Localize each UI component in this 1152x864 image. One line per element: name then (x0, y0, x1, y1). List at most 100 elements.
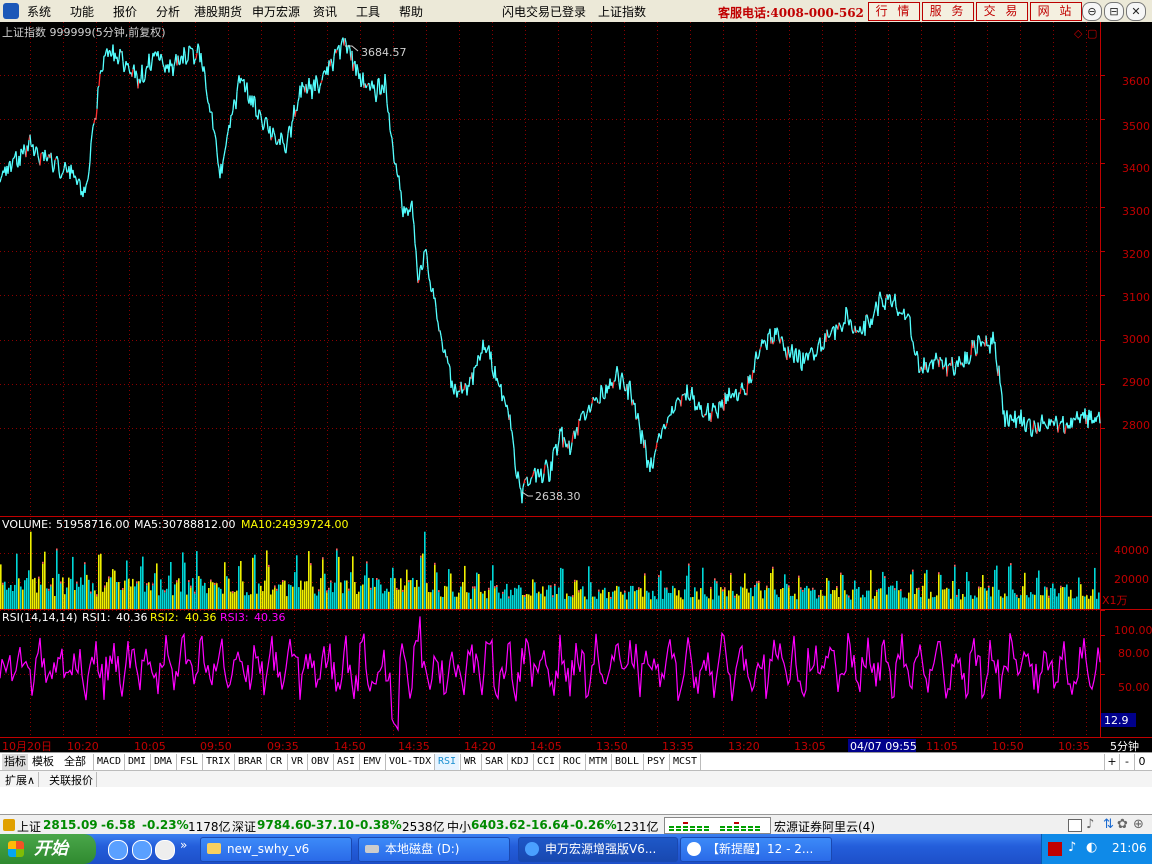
window-toggle-icon[interactable] (1068, 819, 1082, 832)
price-segment (88, 161, 91, 172)
tab-obv[interactable]: OBV (307, 754, 332, 770)
tab-fsl[interactable]: FSL (176, 754, 201, 770)
volume-bar (980, 587, 982, 609)
tab-indicators[interactable]: 指标 (2, 754, 28, 770)
panel-corner-icons[interactable]: ◇ ▢ (1074, 27, 1097, 40)
bell-icon[interactable]: ♪ (1086, 817, 1094, 832)
tab-related-quotes[interactable]: 关联报价 (46, 772, 97, 788)
signal-icon[interactable]: ⇅ (1103, 817, 1114, 832)
volume-bar (768, 588, 770, 609)
tab-vol-tdx[interactable]: VOL-TDX (385, 754, 434, 770)
menu-tools[interactable]: 工具 (356, 3, 380, 20)
volume-bar (748, 592, 750, 609)
tab-macd[interactable]: MACD (93, 754, 124, 770)
zoom-out-button[interactable]: - (1119, 754, 1134, 770)
market-button[interactable]: 行 情 (868, 2, 920, 21)
volume-bar (836, 588, 838, 609)
chart-area[interactable]: 上证指数 999999(5分钟,前复权) ◇ ▢ 3684.57 2638.30… (0, 22, 1152, 753)
window-icon[interactable]: ▢ (1087, 27, 1097, 40)
tab-mcst[interactable]: MCST (669, 754, 702, 770)
tab-asi[interactable]: ASI (333, 754, 358, 770)
chevron-right-icon[interactable]: » (180, 838, 187, 852)
website-button[interactable]: 网 站 (1030, 2, 1082, 21)
tab-psy[interactable]: PSY (643, 754, 668, 770)
task-folder[interactable]: new_swhy_v6 (200, 837, 352, 862)
restore-icon[interactable]: ⊟ (1104, 2, 1124, 21)
sz-name[interactable]: 深证 (232, 818, 256, 835)
volume-bar (128, 578, 130, 609)
tab-sar[interactable]: SAR (481, 754, 506, 770)
app-quicklaunch-icon[interactable] (155, 840, 175, 860)
volume-bar (674, 588, 676, 609)
tab-cr[interactable]: CR (266, 754, 285, 770)
volume-bar (126, 560, 128, 609)
menu-swhy[interactable]: 申万宏源 (252, 3, 300, 20)
tab-roc[interactable]: ROC (559, 754, 584, 770)
menu-hk-futures[interactable]: 港股期货 (194, 3, 242, 20)
volume-bar (850, 599, 852, 609)
tab-rsi[interactable]: RSI (434, 754, 460, 770)
price-segment (570, 442, 573, 451)
volume-bar (986, 590, 988, 609)
price-segment (162, 64, 165, 68)
tab-trix[interactable]: TRIX (202, 754, 233, 770)
tab-cci[interactable]: CCI (533, 754, 558, 770)
price-segment (903, 308, 906, 320)
volume-bar (418, 586, 420, 609)
tab-brar[interactable]: BRAR (234, 754, 265, 770)
zoom-reset-button[interactable]: 0 (1134, 754, 1149, 770)
task-swhy-app[interactable]: 申万宏源增强版V6... (518, 837, 678, 862)
volume-bar-cap (438, 590, 440, 593)
volume-bar (982, 575, 984, 609)
menu-system[interactable]: 系统 (27, 3, 51, 20)
price-segment (599, 385, 602, 404)
tab-vr[interactable]: VR (287, 754, 306, 770)
tab-extend[interactable]: 扩展∧ (2, 772, 40, 788)
sh-name[interactable]: 上证 (17, 818, 41, 835)
menu-quotes[interactable]: 报价 (113, 3, 137, 20)
tab-mtm[interactable]: MTM (585, 754, 610, 770)
volume-bar (18, 578, 20, 609)
trade-button[interactable]: 交 易 (976, 2, 1028, 21)
volume-bar (0, 564, 2, 609)
tab-dma[interactable]: DMA (150, 754, 175, 770)
price-segment (29, 134, 32, 146)
zx-name[interactable]: 中小 (447, 818, 471, 835)
volume-bar (558, 587, 560, 609)
price-segment (764, 340, 767, 347)
menu-help[interactable]: 帮助 (399, 3, 423, 20)
price-segment (917, 356, 920, 373)
service-button[interactable]: 服 务 (922, 2, 974, 21)
tab-wr[interactable]: WR (460, 754, 479, 770)
tab-emv[interactable]: EMV (359, 754, 384, 770)
broker-server[interactable]: 宏源证券阿里云(4) (774, 818, 875, 835)
close-icon[interactable]: ✕ (1126, 2, 1146, 21)
task-disk[interactable]: 本地磁盘 (D:) (358, 837, 510, 862)
price-segment (405, 207, 408, 210)
tray-volume-icon[interactable]: ◐ (1086, 840, 1097, 855)
tab-boll[interactable]: BOLL (611, 754, 642, 770)
x-tick: 09:35 (267, 740, 299, 752)
start-button[interactable]: 开始 (0, 834, 96, 864)
volume-bar (2, 584, 4, 609)
menu-function[interactable]: 功能 (70, 3, 94, 20)
tab-all[interactable]: 全部 (64, 754, 86, 770)
browser-icon[interactable] (132, 840, 152, 860)
task-browser[interactable]: 【新提醒】12 - 2... (680, 837, 832, 862)
lock-icon[interactable]: ⊕ (1133, 817, 1144, 832)
price-segment (558, 428, 561, 441)
tray-network-icon[interactable]: ♪ (1068, 840, 1076, 855)
volume-bar (530, 595, 532, 609)
stock-chart[interactable]: 上证指数 999999(5分钟,前复权) ◇ ▢ 3684.57 2638.30… (0, 22, 1152, 753)
tab-templates[interactable]: 模板 (32, 754, 54, 770)
minimize-icon[interactable]: ⊖ (1082, 2, 1102, 21)
diamond-icon[interactable]: ◇ (1074, 27, 1083, 40)
zoom-in-button[interactable]: + (1104, 754, 1119, 770)
tab-dmi[interactable]: DMI (124, 754, 149, 770)
menu-analysis[interactable]: 分析 (156, 3, 180, 20)
menu-news[interactable]: 资讯 (313, 3, 337, 20)
settings-icon[interactable]: ✿ (1117, 817, 1128, 832)
ie-icon[interactable] (108, 840, 128, 860)
tab-kdj[interactable]: KDJ (507, 754, 532, 770)
tray-app-icon[interactable] (1048, 842, 1062, 856)
